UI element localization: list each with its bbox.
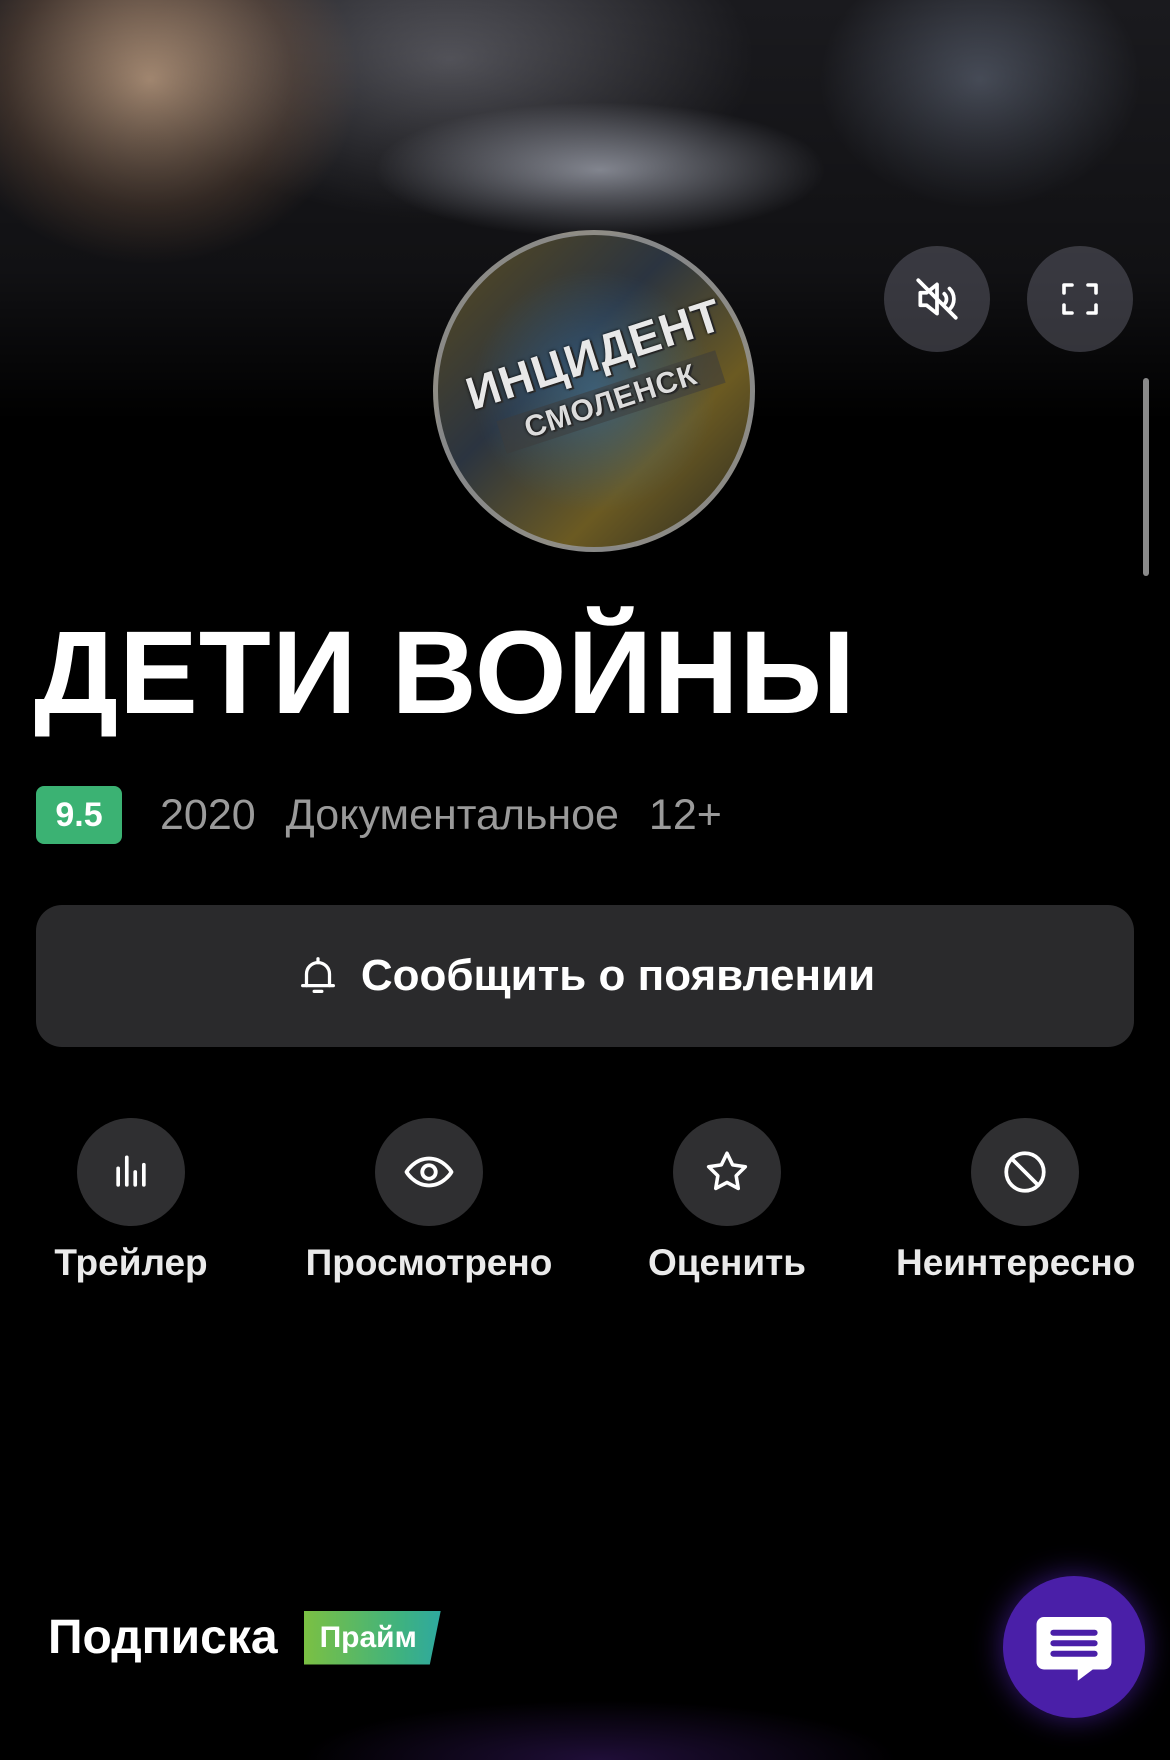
trailer-label: Трейлер xyxy=(54,1242,208,1283)
movie-meta: 9.5 2020 Документальное 12+ xyxy=(36,785,722,845)
not-interested-label: Неинтересно xyxy=(896,1242,1136,1283)
subscription-row[interactable]: Подписка Прайм xyxy=(48,1610,441,1665)
action-row: Трейлер Просмотрено Оценить Неинтересно xyxy=(0,1118,1170,1288)
fullscreen-icon xyxy=(1062,283,1098,315)
equalizer-icon xyxy=(116,1155,146,1187)
speaker-muted-icon xyxy=(916,278,958,320)
not-interested-circle xyxy=(971,1118,1079,1226)
fullscreen-button[interactable] xyxy=(1027,246,1133,352)
rate-circle xyxy=(673,1118,781,1226)
movie-year: 2020 xyxy=(160,790,256,839)
watched-label: Просмотрено xyxy=(305,1242,553,1283)
ban-icon xyxy=(1004,1151,1046,1193)
rate-label: Оценить xyxy=(647,1242,807,1283)
not-interested-button[interactable]: Неинтересно xyxy=(880,1118,1170,1284)
rating-badge: 9.5 xyxy=(36,786,122,844)
scrollbar[interactable] xyxy=(1143,378,1149,576)
watched-button[interactable]: Просмотрено xyxy=(284,1118,574,1284)
star-icon xyxy=(706,1151,748,1191)
chat-button[interactable] xyxy=(1003,1576,1145,1718)
chat-icon xyxy=(1036,1617,1112,1681)
movie-genre: Документальное xyxy=(285,790,619,839)
notify-button[interactable]: Сообщить о появлении xyxy=(36,905,1134,1047)
age-rating: 12+ xyxy=(648,790,722,839)
bell-icon xyxy=(300,957,335,993)
subscription-label: Подписка xyxy=(48,1611,278,1664)
rate-button[interactable]: Оценить xyxy=(582,1118,872,1284)
bottom-glow xyxy=(300,1700,900,1760)
notify-button-label: Сообщить о появлении xyxy=(360,951,876,1000)
prime-badge: Прайм xyxy=(303,1610,441,1665)
eye-icon xyxy=(404,1156,454,1188)
watched-circle xyxy=(375,1118,483,1226)
mute-button[interactable] xyxy=(884,246,990,352)
channel-logo: ИНЦИДЕНТ СМОЛЕНСК xyxy=(433,230,755,552)
trailer-circle xyxy=(77,1118,185,1226)
trailer-button[interactable]: Трейлер xyxy=(0,1118,276,1284)
movie-title: ДЕТИ ВОЙНЫ xyxy=(34,607,857,739)
